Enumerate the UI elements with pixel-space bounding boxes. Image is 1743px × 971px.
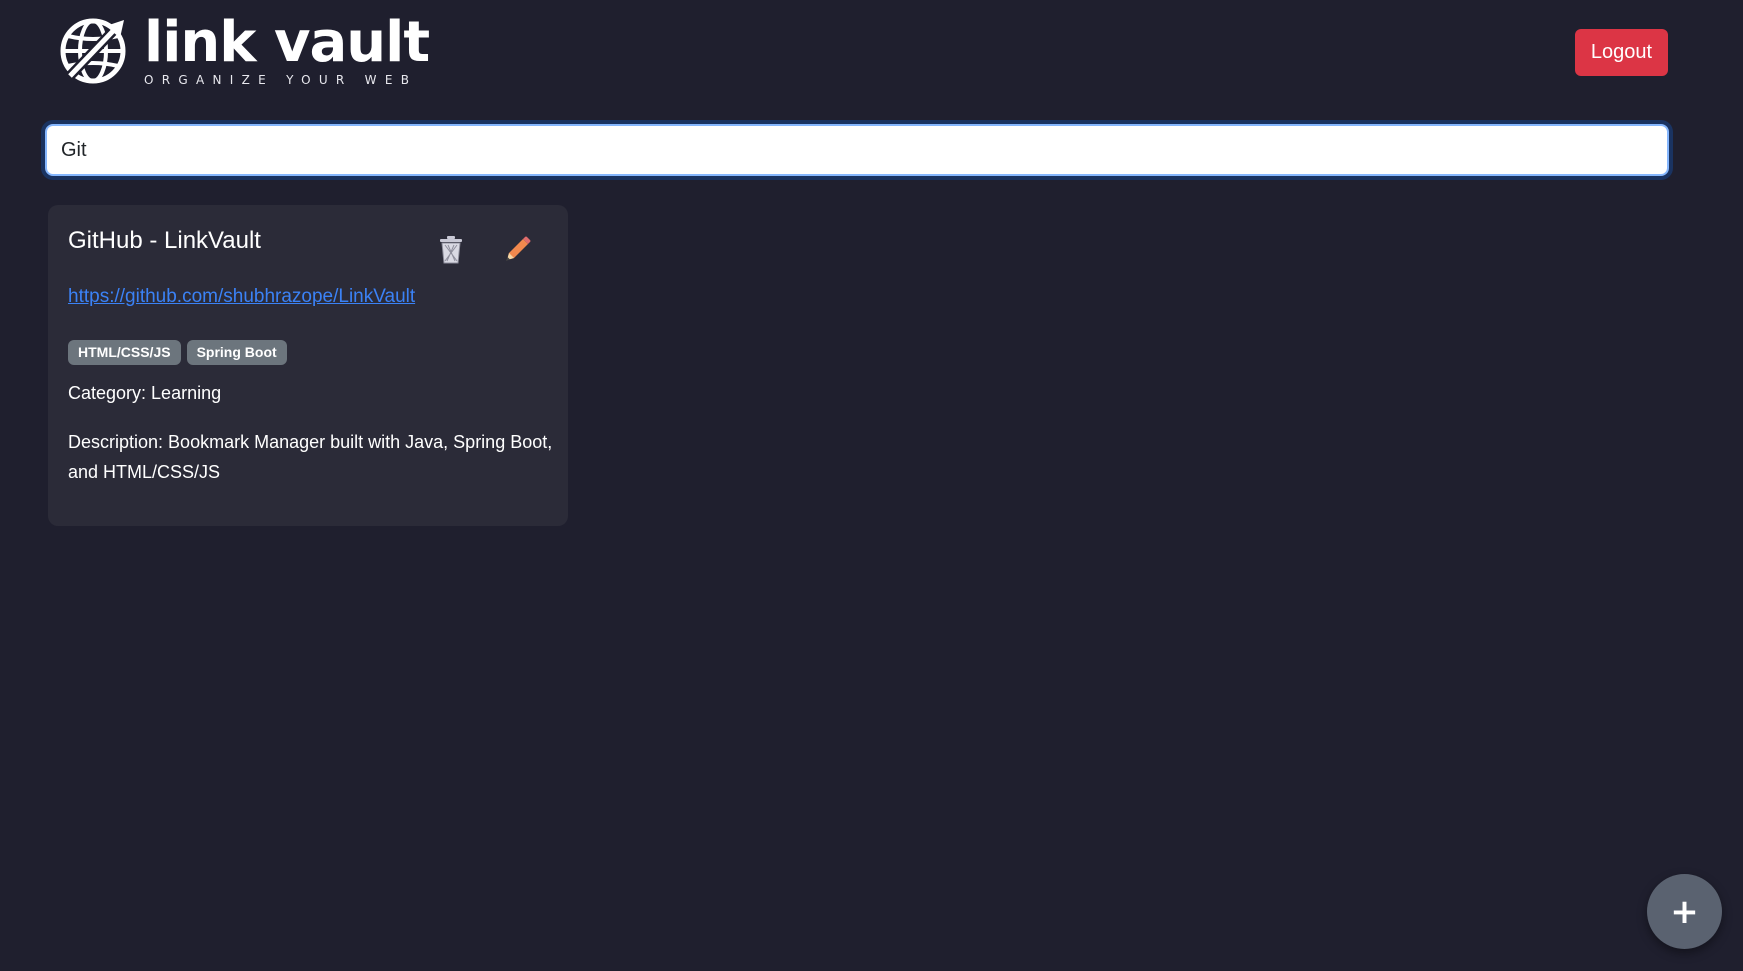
edit-button[interactable]	[502, 235, 532, 265]
logo-title: link vault	[144, 10, 430, 75]
bookmark-url-link[interactable]: https://github.com/shubhrazope/LinkVault	[68, 286, 415, 308]
logout-button[interactable]: Logout	[1575, 29, 1668, 76]
search-input[interactable]	[45, 124, 1669, 176]
tag-badge: Spring Boot	[186, 340, 287, 365]
app-header: link vault ORGANIZE YOUR WEB	[58, 10, 430, 88]
category-value: Learning	[151, 383, 222, 403]
trash-icon	[440, 236, 462, 264]
delete-button[interactable]	[436, 235, 466, 265]
pencil-icon	[506, 236, 531, 261]
add-bookmark-button[interactable]: +	[1647, 874, 1722, 949]
plus-icon: +	[1670, 891, 1699, 932]
bookmark-card: GitHub - LinkVault HTML/CSS/JS Spring Bo…	[48, 205, 568, 526]
page: link vault ORGANIZE YOUR WEB Logout GitH…	[0, 0, 1743, 971]
bookmark-title: GitHub - LinkVault	[68, 227, 261, 254]
bookmark-description: Description: Bookmark Manager built with…	[68, 427, 558, 487]
logo-text: link vault ORGANIZE YOUR WEB	[144, 10, 430, 88]
search-container	[45, 124, 1669, 176]
card-actions	[436, 235, 532, 265]
logo-tagline: ORGANIZE YOUR WEB	[144, 73, 418, 87]
tag-badge: HTML/CSS/JS	[68, 340, 181, 365]
category-label: Category:	[68, 383, 152, 403]
bookmark-category: Category: Learning	[68, 383, 221, 404]
globe-logo-icon	[60, 18, 126, 84]
description-label: Description:	[68, 432, 169, 452]
tag-list: HTML/CSS/JS Spring Boot	[68, 340, 287, 365]
